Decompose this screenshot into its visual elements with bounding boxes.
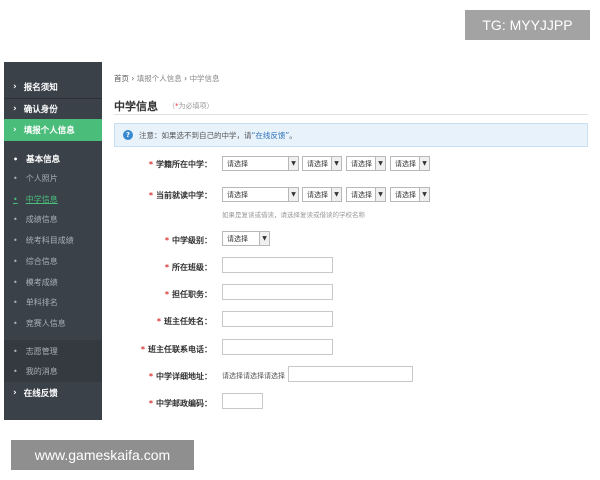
current-school-select-3[interactable]: 请选择 ▼ [346, 187, 386, 202]
dropdown-arrow-icon: ▼ [331, 157, 341, 170]
watermark-top: TG: MYYJJPP [465, 10, 590, 40]
school-address-region[interactable]: 请选择请选择请选择 [222, 371, 285, 381]
bullet-icon: • [13, 235, 18, 245]
sidebar-item-label: 竞赛人信息 [25, 318, 66, 328]
head-teacher-phone-input[interactable] [222, 339, 333, 355]
sidebar-item-registration-notice[interactable]: › 报名须知 [4, 76, 102, 98]
sidebar-item-label: 在线反馈 [23, 389, 58, 399]
class-label: * 所在班级： [164, 263, 212, 272]
main-content: 首页 › 填报个人信息 › 中学信息 中学信息 （*为必填项） ? 注意：如果选… [102, 62, 600, 420]
notice-banner: ? 注意：如果选不到自己的中学，请 “在线反馈” 。 [114, 123, 588, 147]
sidebar-item-label: 中学信息 [25, 194, 58, 204]
school-location-select-1[interactable]: 请选择 ▼ [222, 156, 299, 171]
bullet-icon: • [13, 194, 18, 204]
chevron-right-icon: › [13, 388, 17, 398]
position-input[interactable] [222, 284, 333, 300]
school-location-label: * 学籍所在中学： [148, 160, 212, 169]
sidebar-item-online-feedback[interactable]: › 在线反馈 [4, 382, 102, 404]
notice-suffix: 。 [289, 130, 297, 140]
sidebar-sub-item-rankings[interactable]: • 单科排名 [4, 291, 102, 313]
postal-code-input[interactable] [222, 393, 263, 409]
bullet-icon: • [13, 154, 19, 164]
school-location-select-4[interactable]: 请选择 ▼ [390, 156, 430, 171]
dropdown-arrow-icon: ▼ [419, 157, 429, 170]
sidebar-sub-item-grades[interactable]: • 成绩信息 [4, 208, 102, 230]
chevron-right-icon: › [13, 104, 17, 114]
school-address-label: * 中学详细地址： [148, 372, 212, 381]
dropdown-arrow-icon: ▼ [375, 157, 385, 170]
breadcrumb: 首页 › 填报个人信息 › 中学信息 [114, 73, 220, 84]
school-location-select-2[interactable]: 请选择 ▼ [302, 156, 342, 171]
breadcrumb-current: 中学信息 [189, 74, 220, 83]
watermark-bottom: www.gameskaifa.com [11, 440, 194, 470]
current-school-select-1[interactable]: 请选择 ▼ [222, 187, 299, 202]
notice-feedback-link[interactable]: “在线反馈” [252, 130, 290, 141]
sidebar-sub-item-school-info[interactable]: • 中学信息 [4, 188, 102, 210]
sidebar-item-label: 综合信息 [25, 256, 58, 266]
sidebar-item-label: 模考成绩 [25, 277, 58, 287]
sidebar: › 报名须知 › 确认身份 › 填报个人信息 • 基本信息 • 个人照片 • 中… [4, 62, 102, 420]
sidebar-item-personal-info[interactable]: › 填报个人信息 [4, 119, 102, 141]
breadcrumb-home[interactable]: 首页 [114, 74, 129, 83]
sidebar-item-label: 报名须知 [23, 83, 58, 93]
dropdown-arrow-icon: ▼ [331, 188, 341, 201]
sidebar-item-my-messages[interactable]: • 我的消息 [4, 360, 102, 382]
bullet-icon: • [13, 346, 18, 356]
current-school-label: * 当前就读中学： [148, 191, 212, 200]
position-label: * 担任职务： [164, 290, 212, 299]
sidebar-sub-item-photo[interactable]: • 个人照片 [4, 167, 102, 189]
bullet-icon: • [13, 214, 18, 224]
chevron-right-icon: › [13, 82, 17, 92]
dropdown-arrow-icon: ▼ [288, 157, 298, 170]
sidebar-item-label: 统考科目成绩 [25, 235, 74, 245]
sidebar-sub-item-competitor-info[interactable]: • 竞赛人信息 [4, 312, 102, 334]
required-note: （*为必填项） [168, 102, 214, 110]
head-teacher-label: * 班主任姓名： [156, 317, 212, 326]
bullet-icon: • [13, 173, 18, 183]
bullet-icon: • [13, 318, 18, 328]
sidebar-item-label: 志愿管理 [25, 346, 58, 356]
dropdown-arrow-icon: ▼ [419, 188, 429, 201]
sidebar-item-label: 基本信息 [26, 155, 61, 165]
school-address-input[interactable] [288, 366, 413, 382]
sidebar-item-volunteer-management[interactable]: • 志愿管理 [4, 340, 102, 362]
school-level-select[interactable]: 请选择 ▼ [222, 231, 270, 246]
sidebar-sub-item-mock-exam[interactable]: • 模考成绩 [4, 271, 102, 293]
sidebar-sub-item-exam-scores[interactable]: • 统考科目成绩 [4, 229, 102, 251]
page-title: 中学信息 [114, 100, 158, 113]
sidebar-item-label: 我的消息 [25, 366, 58, 376]
notice-text: 注意：如果选不到自己的中学，请 [139, 130, 252, 140]
sidebar-item-label: 成绩信息 [25, 214, 58, 224]
school-level-label: * 中学级别： [164, 236, 212, 245]
class-input[interactable] [222, 257, 333, 273]
bullet-icon: • [13, 366, 18, 376]
bullet-icon: • [13, 277, 18, 287]
info-icon: ? [123, 130, 133, 140]
dropdown-arrow-icon: ▼ [259, 232, 269, 245]
current-school-select-2[interactable]: 请选择 ▼ [302, 187, 342, 202]
dropdown-arrow-icon: ▼ [288, 188, 298, 201]
postal-code-label: * 中学邮政编码： [148, 399, 212, 408]
current-school-select-4[interactable]: 请选择 ▼ [390, 187, 430, 202]
sidebar-item-label: 个人照片 [25, 173, 58, 183]
sidebar-item-label: 填报个人信息 [23, 126, 75, 136]
chevron-right-icon: › [13, 125, 17, 135]
sidebar-sub-item-comprehensive[interactable]: • 综合信息 [4, 250, 102, 272]
sidebar-item-label: 单科排名 [25, 297, 58, 307]
bullet-icon: • [13, 297, 18, 307]
school-location-select-3[interactable]: 请选择 ▼ [346, 156, 386, 171]
sidebar-item-label: 确认身份 [23, 105, 58, 115]
head-teacher-phone-label: * 班主任联系电话： [140, 345, 212, 354]
breadcrumb-step[interactable]: 填报个人信息 [137, 74, 182, 83]
sidebar-item-confirm-identity[interactable]: › 确认身份 [4, 98, 102, 120]
bullet-icon: • [13, 256, 18, 266]
title-divider [114, 114, 588, 115]
app-screenshot: › 报名须知 › 确认身份 › 填报个人信息 • 基本信息 • 个人照片 • 中… [0, 62, 600, 420]
head-teacher-input[interactable] [222, 311, 333, 327]
dropdown-arrow-icon: ▼ [375, 188, 385, 201]
current-school-hint: 如果是复读或借读，请选择复读或借读的学校名称 [222, 211, 365, 219]
